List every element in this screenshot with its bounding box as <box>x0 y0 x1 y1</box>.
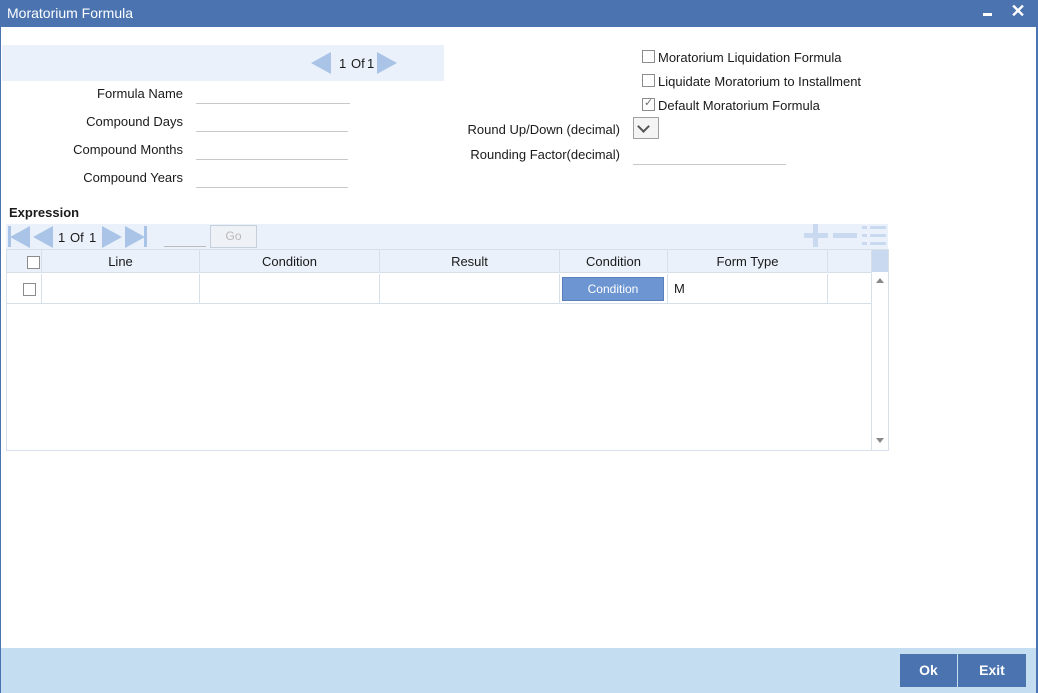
condition-cell[interactable] <box>200 274 380 303</box>
previous-page-icon[interactable] <box>33 226 53 248</box>
row-select-cell <box>7 274 42 303</box>
record-of-label: Of <box>351 56 365 71</box>
last-page-bar <box>144 226 147 247</box>
select-all-checkbox[interactable] <box>27 256 40 269</box>
column-header-result: Result <box>380 250 560 273</box>
line-cell[interactable] <box>42 274 200 303</box>
go-button[interactable]: Go <box>210 225 257 248</box>
scroll-up-icon[interactable] <box>876 278 884 283</box>
row-checkbox[interactable] <box>23 283 36 296</box>
formula-name-field[interactable] <box>196 86 350 104</box>
default-formula-label: Default Moratorium Formula <box>658 98 820 113</box>
page-current: 1 <box>58 230 66 245</box>
single-view-icon[interactable] <box>862 226 886 246</box>
compound-days-label: Compound Days <box>86 114 183 129</box>
previous-record-icon[interactable] <box>311 52 331 74</box>
rounding-factor-label: Rounding Factor(decimal) <box>470 147 620 162</box>
default-formula-checkbox[interactable] <box>642 96 655 111</box>
condition-button[interactable]: Condition <box>562 277 664 301</box>
scroll-down-icon[interactable] <box>876 438 884 443</box>
compound-years-field[interactable] <box>196 170 348 188</box>
expression-title: Expression <box>9 205 80 220</box>
liquidate-to-installment-label: Liquidate Moratorium to Installment <box>658 74 862 89</box>
column-header-condition-button: Condition <box>560 250 668 273</box>
grid-header: Line Condition Result Condition Form Typ… <box>7 250 871 273</box>
window-title: Moratorium Formula <box>7 5 134 21</box>
delete-row-icon[interactable] <box>833 233 857 238</box>
page-of-label: Of <box>70 230 84 245</box>
column-header-condition: Condition <box>200 250 380 273</box>
column-header-line: Line <box>42 250 200 273</box>
title-bar: Moratorium Formula ✕ <box>0 0 1038 27</box>
first-page-icon[interactable] <box>10 226 30 248</box>
record-current: 1 <box>339 56 347 71</box>
column-header-form-type: Form Type <box>668 250 828 273</box>
form-type-cell[interactable]: M <box>668 274 828 303</box>
record-total: 1 <box>367 56 375 71</box>
result-cell[interactable] <box>380 274 560 303</box>
grid-scrollbar[interactable] <box>871 250 888 450</box>
round-updown-select[interactable] <box>633 117 659 139</box>
exit-button[interactable]: Exit <box>958 654 1026 687</box>
compound-months-field[interactable] <box>196 142 348 160</box>
minimize-icon[interactable] <box>982 3 996 21</box>
compound-months-label: Compound Months <box>73 142 183 157</box>
window-frame-left <box>0 27 1 693</box>
chevron-down-icon <box>637 120 650 133</box>
next-page-icon[interactable] <box>102 226 122 248</box>
moratorium-liquidation-label: Moratorium Liquidation Formula <box>658 50 842 65</box>
moratorium-liquidation-checkbox[interactable] <box>642 50 655 63</box>
close-icon[interactable]: ✕ <box>1009 0 1027 22</box>
table-row: M <box>7 274 871 304</box>
round-updown-label: Round Up/Down (decimal) <box>467 122 620 137</box>
header-select-cell <box>7 250 42 273</box>
ok-button[interactable]: Ok <box>900 654 957 687</box>
liquidate-to-installment-checkbox[interactable] <box>642 74 655 87</box>
compound-years-label: Compound Years <box>83 170 183 185</box>
formula-name-label: Formula Name <box>97 86 183 101</box>
rounding-factor-field[interactable] <box>633 147 786 165</box>
compound-days-field[interactable] <box>196 114 348 132</box>
next-record-icon[interactable] <box>377 52 397 74</box>
scrollbar-header <box>872 250 888 272</box>
add-row-icon-vertical[interactable] <box>813 224 818 247</box>
page-total: 1 <box>89 230 97 245</box>
page-goto-input[interactable] <box>164 227 206 247</box>
last-page-icon[interactable] <box>125 226 145 248</box>
footer-bar <box>1 648 1036 693</box>
